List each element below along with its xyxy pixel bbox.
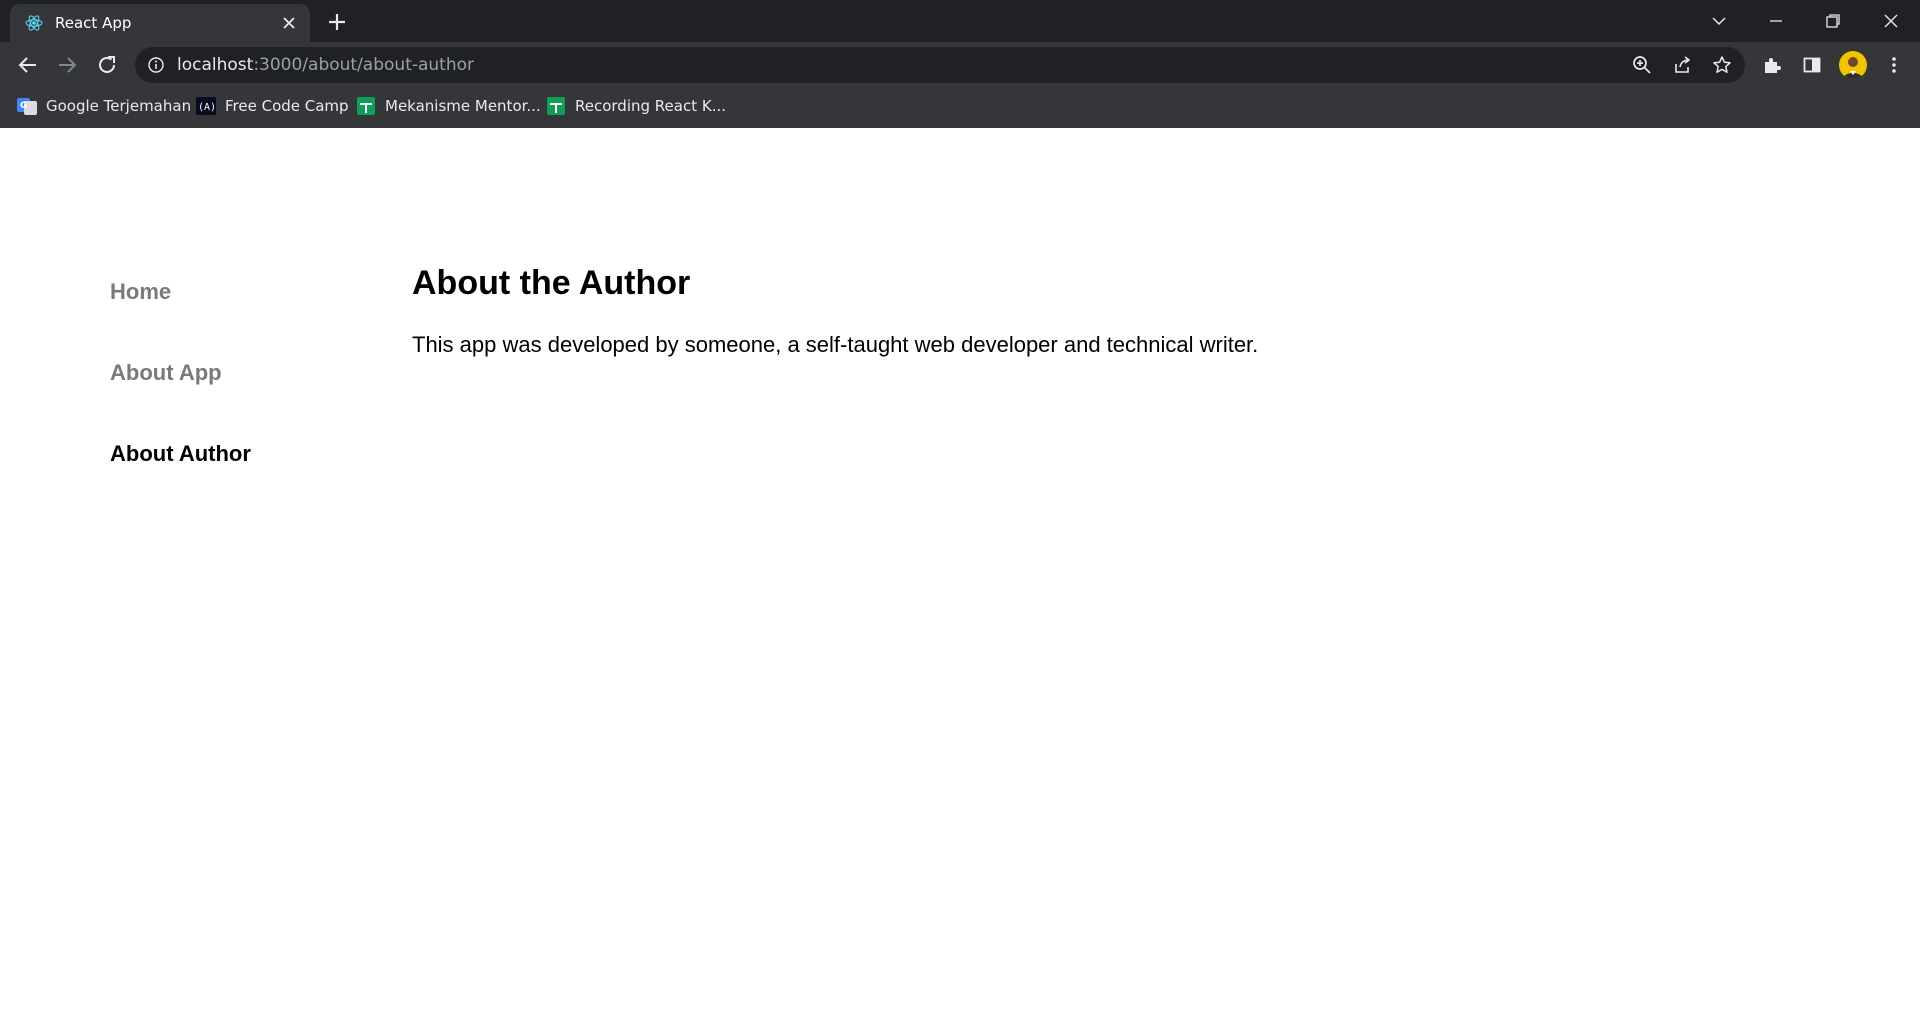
bookmark-free-code-camp[interactable]: (A) Free Code Camp bbox=[196, 95, 349, 117]
reload-icon[interactable] bbox=[93, 51, 121, 79]
new-tab-icon[interactable] bbox=[326, 11, 348, 33]
bookmark-label: Free Code Camp bbox=[225, 97, 349, 115]
info-icon[interactable] bbox=[147, 56, 165, 74]
nav-link-about-app[interactable]: About App bbox=[110, 360, 222, 386]
url-text[interactable]: localhost:3000/about/about-author bbox=[177, 55, 474, 75]
bookmark-recording-react[interactable]: Recording React K... bbox=[546, 95, 726, 117]
nav-link-home[interactable]: Home bbox=[110, 279, 171, 305]
share-icon[interactable] bbox=[1670, 53, 1694, 77]
minimize-icon[interactable] bbox=[1763, 8, 1789, 34]
bookmark-google-translate[interactable]: G Google Terjemahan bbox=[17, 95, 191, 117]
restore-icon[interactable] bbox=[1820, 8, 1846, 34]
google-sheets-icon bbox=[357, 97, 375, 115]
extensions-icon[interactable] bbox=[1758, 51, 1786, 79]
url-host: localhost bbox=[177, 55, 254, 75]
bookmark-mekanisme-mentor[interactable]: Mekanisme Mentor... bbox=[356, 95, 541, 117]
chevron-down-icon[interactable] bbox=[1706, 8, 1732, 34]
tab-title: React App bbox=[55, 14, 132, 32]
back-icon[interactable] bbox=[14, 51, 42, 79]
close-window-icon[interactable] bbox=[1878, 8, 1904, 34]
freecodecamp-icon: (A) bbox=[196, 97, 216, 115]
browser-chrome: React App localhost:3000/about/about-aut… bbox=[0, 0, 1920, 128]
svg-text:(A): (A) bbox=[198, 102, 216, 113]
profile-avatar[interactable] bbox=[1839, 51, 1867, 79]
zoom-icon[interactable] bbox=[1630, 53, 1654, 77]
browser-tab[interactable]: React App bbox=[10, 4, 310, 42]
author-description: This app was developed by someone, a sel… bbox=[412, 332, 1259, 357]
close-icon[interactable] bbox=[281, 15, 297, 31]
star-icon[interactable] bbox=[1710, 53, 1734, 77]
google-translate-icon: G bbox=[17, 98, 37, 115]
bookmark-label: Google Terjemahan bbox=[46, 97, 192, 115]
svg-text:G: G bbox=[20, 101, 27, 111]
google-sheets-icon bbox=[547, 97, 565, 115]
url-path: :3000/about/about-author bbox=[253, 55, 475, 75]
bookmark-label: Mekanisme Mentor... bbox=[385, 97, 541, 115]
page-title: About the Author bbox=[412, 264, 691, 302]
nav-link-about-author[interactable]: About Author bbox=[110, 441, 251, 467]
forward-icon[interactable] bbox=[53, 51, 81, 79]
more-options-icon[interactable] bbox=[1880, 51, 1908, 79]
bookmark-label: Recording React K... bbox=[575, 97, 726, 115]
react-icon bbox=[25, 15, 43, 31]
side-panel-icon[interactable] bbox=[1798, 51, 1826, 79]
